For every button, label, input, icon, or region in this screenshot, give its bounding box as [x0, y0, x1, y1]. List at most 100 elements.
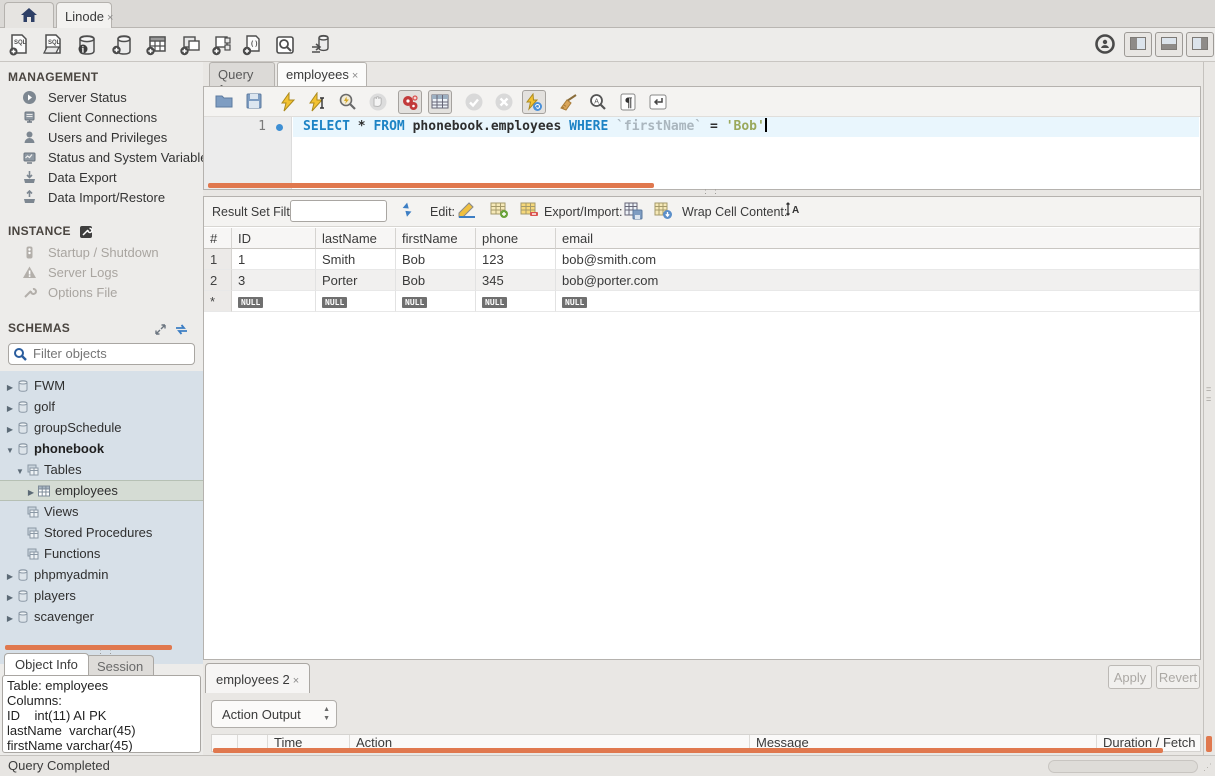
tree-item-phonebook[interactable]: ▼phonebook: [0, 438, 203, 459]
tree-item-scavenger[interactable]: ▶scavenger: [0, 606, 203, 627]
toggle-stop-on-error-button[interactable]: [398, 90, 422, 114]
sidebar-item-client-connections[interactable]: Client Connections: [0, 108, 203, 128]
create-view-button[interactable]: [178, 33, 204, 57]
cell-null[interactable]: NULL: [396, 291, 476, 312]
execute-all-button[interactable]: [276, 90, 300, 114]
wrap-cell-content-icon[interactable]: A: [782, 201, 804, 223]
tab-object-info[interactable]: Object Info: [4, 653, 89, 675]
connection-tab[interactable]: Linode×: [56, 2, 112, 28]
tree-item-fwm[interactable]: ▶FWM: [0, 375, 203, 396]
output-selector[interactable]: Action Output ▲▼: [211, 700, 337, 728]
expander-icon[interactable]: ▼: [4, 440, 16, 461]
tab-employees-2[interactable]: employees 2×: [205, 663, 310, 693]
result-filter-input[interactable]: [290, 200, 387, 222]
tree-item-phpmyadmin[interactable]: ▶phpmyadmin: [0, 564, 203, 585]
cell-null[interactable]: NULL: [556, 291, 1200, 312]
revert-button[interactable]: Revert: [1156, 665, 1200, 689]
search-table-data-button[interactable]: [272, 33, 298, 57]
clear-query-button[interactable]: [556, 90, 580, 114]
add-row-icon[interactable]: [488, 201, 510, 223]
resize-grip-icon[interactable]: ⋰: [1203, 762, 1213, 773]
column-header-email[interactable]: email: [556, 228, 1200, 249]
refresh-resultset-icon[interactable]: [396, 201, 418, 223]
tree-item-groupschedule[interactable]: ▶groupSchedule: [0, 417, 203, 438]
cell-id[interactable]: 1: [232, 249, 316, 270]
tree-item-players[interactable]: ▶players: [0, 585, 203, 606]
sidebar-item-startup-shutdown[interactable]: Startup / Shutdown: [0, 243, 203, 263]
cell-email[interactable]: bob@porter.com: [556, 270, 1200, 291]
column-header-rownum[interactable]: #: [204, 228, 232, 249]
column-header-id[interactable]: ID: [232, 228, 316, 249]
tab-query-1[interactable]: Query 1×: [209, 62, 275, 86]
editor-hscrollbar[interactable]: [208, 183, 654, 188]
toggle-bottom-panel-button[interactable]: [1155, 32, 1183, 57]
export-resultset-icon[interactable]: [622, 201, 644, 223]
right-splitter-handle[interactable]: ==: [1206, 384, 1212, 404]
cell-null[interactable]: NULL: [476, 291, 556, 312]
create-schema-button[interactable]: [110, 33, 136, 57]
sidebar-item-server-logs[interactable]: Server Logs: [0, 263, 203, 283]
column-header-firstname[interactable]: firstName: [396, 228, 476, 249]
close-icon[interactable]: ×: [293, 675, 299, 687]
expander-icon[interactable]: ▶: [4, 398, 16, 419]
close-icon[interactable]: ×: [352, 70, 358, 82]
cell-phone[interactable]: 345: [476, 270, 556, 291]
toggle-wrap-button[interactable]: [646, 90, 670, 114]
sidebar-item-data-export[interactable]: Data Export: [0, 168, 203, 188]
user-circle-icon[interactable]: [1092, 33, 1118, 57]
spinner-arrows-icon[interactable]: ▲▼: [323, 705, 330, 723]
open-sql-script-button[interactable]: SQL: [40, 33, 66, 57]
create-table-button[interactable]: [144, 33, 170, 57]
sidebar-item-status-system-variables[interactable]: Status and System Variables: [0, 148, 203, 168]
cell-email[interactable]: bob@smith.com: [556, 249, 1200, 270]
tree-item-views[interactable]: Views: [0, 501, 203, 522]
expander-icon[interactable]: ▶: [4, 377, 16, 398]
action-output-vscrollbar[interactable]: [1206, 736, 1212, 752]
execute-current-button[interactable]: [306, 90, 330, 114]
cell-lastname[interactable]: Smith: [316, 249, 396, 270]
stop-query-button[interactable]: [366, 90, 390, 114]
toggle-left-panel-button[interactable]: [1124, 32, 1152, 57]
expand-panel-icon[interactable]: [154, 323, 167, 336]
cell-phone[interactable]: 123: [476, 249, 556, 270]
reconnect-dbms-button[interactable]: [308, 33, 334, 57]
explain-statement-button[interactable]: [336, 90, 360, 114]
create-function-button[interactable]: (): [240, 33, 266, 57]
tree-item-employees[interactable]: ▶employees: [0, 480, 203, 501]
import-records-icon[interactable]: [652, 201, 674, 223]
cell-null[interactable]: NULL: [232, 291, 316, 312]
tab-session[interactable]: Session: [86, 655, 154, 677]
sidebar-item-data-import-restore[interactable]: Data Import/Restore: [0, 188, 203, 208]
limit-rows-button[interactable]: [428, 90, 452, 114]
sql-code-line[interactable]: SELECT * FROM phonebook.employees WHERE …: [293, 117, 1199, 137]
tree-item-stored-procedures[interactable]: Stored Procedures: [0, 522, 203, 543]
close-icon[interactable]: ×: [107, 12, 113, 24]
create-procedure-button[interactable]: [210, 33, 236, 57]
cell-id[interactable]: 3: [232, 270, 316, 291]
tree-item-golf[interactable]: ▶golf: [0, 396, 203, 417]
expander-icon[interactable]: ▶: [4, 419, 16, 440]
schema-tree-hscrollbar[interactable]: [5, 645, 172, 650]
apply-button[interactable]: Apply: [1108, 665, 1152, 689]
save-script-button[interactable]: [242, 90, 266, 114]
open-file-button[interactable]: [212, 90, 236, 114]
sidebar-item-options-file[interactable]: Options File: [0, 283, 203, 303]
rollback-button[interactable]: [492, 90, 516, 114]
cell-firstname[interactable]: Bob: [396, 249, 476, 270]
tree-item-functions[interactable]: Functions: [0, 543, 203, 564]
column-header-lastname[interactable]: lastName: [316, 228, 396, 249]
tree-item-tables[interactable]: ▼Tables: [0, 459, 203, 480]
sidebar-item-server-status[interactable]: Server Status: [0, 88, 203, 108]
schema-filter-input[interactable]: [33, 346, 193, 361]
toggle-right-panel-button[interactable]: [1186, 32, 1214, 57]
commit-button[interactable]: [462, 90, 486, 114]
show-invisibles-button[interactable]: ¶: [616, 90, 640, 114]
row-number-cell[interactable]: 1: [204, 249, 232, 270]
expander-icon[interactable]: ▶: [4, 566, 16, 587]
home-tab[interactable]: [4, 2, 54, 28]
cell-lastname[interactable]: Porter: [316, 270, 396, 291]
inspect-database-button[interactable]: i: [74, 33, 100, 57]
tab-employees[interactable]: employees×: [277, 62, 367, 86]
action-output-hscrollbar[interactable]: [213, 748, 1163, 753]
table-row-new[interactable]: * NULL NULL NULL NULL NULL: [204, 291, 1200, 312]
